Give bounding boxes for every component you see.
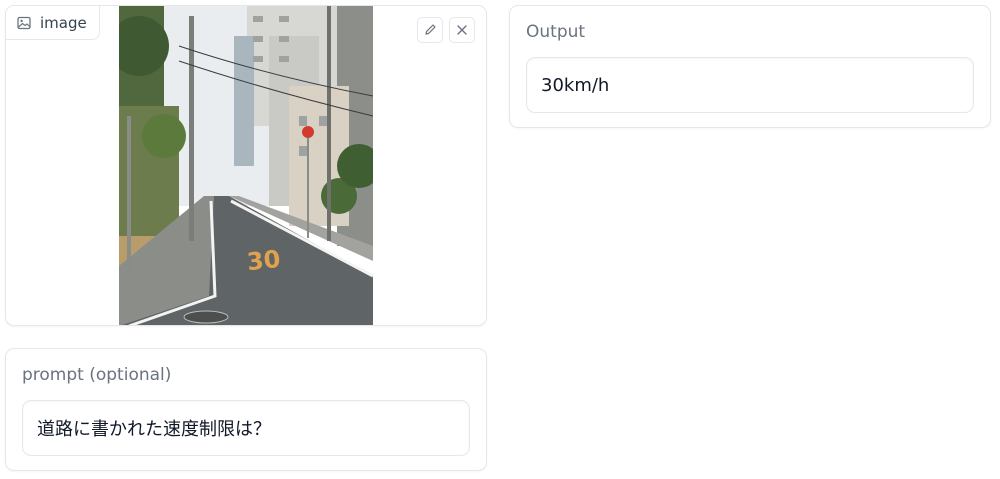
prompt-input[interactable]: 道路に書かれた速度制限は？ — [22, 400, 470, 456]
close-icon — [456, 21, 468, 40]
image-label: image — [40, 13, 87, 32]
output-panel: Output 30km/h — [509, 5, 991, 128]
image-icon — [17, 16, 31, 30]
street-photo: 30 — [119, 6, 373, 325]
image-label-badge: image — [6, 6, 100, 40]
output-textbox[interactable]: 30km/h — [526, 57, 974, 113]
prompt-label: prompt (optional) — [22, 365, 172, 385]
image-toolbar — [417, 17, 475, 43]
output-label: Output — [526, 22, 586, 42]
clear-image-button[interactable] — [449, 17, 475, 43]
image-input-panel: image 30 — [5, 5, 487, 326]
road-speed-marking: 30 — [246, 245, 282, 276]
prompt-panel: prompt (optional) 道路に書かれた速度制限は？ — [5, 348, 487, 471]
pencil-icon — [424, 21, 437, 40]
edit-image-button[interactable] — [417, 17, 443, 43]
